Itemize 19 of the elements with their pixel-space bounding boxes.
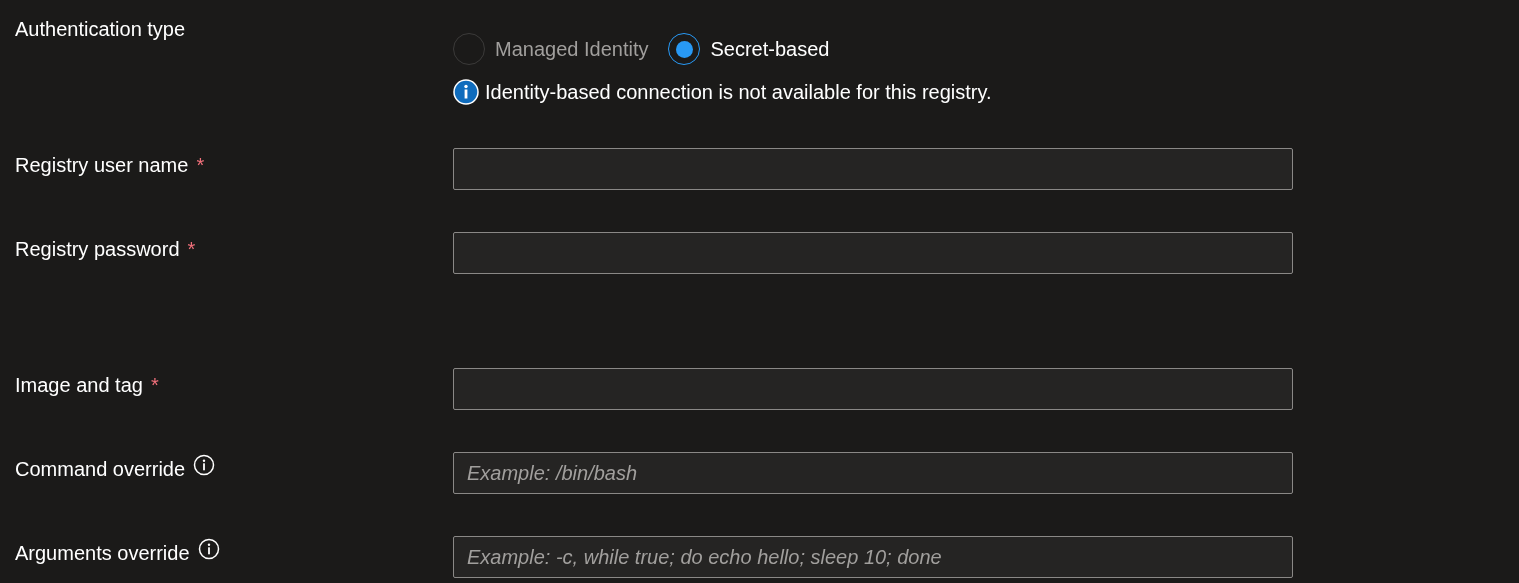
radio-option[interactable]: Secret-based: [668, 33, 830, 65]
info-icon[interactable]: [197, 538, 220, 560]
field-label: Registry password: [15, 237, 180, 262]
input-field[interactable]: Example: /bin/bash: [453, 452, 1293, 494]
input-field[interactable]: [453, 368, 1293, 410]
field-label: Command override: [15, 457, 186, 482]
field-label: Authentication type: [15, 17, 187, 42]
required-mark: *: [196, 153, 205, 178]
notice-text: Identity-based connection is not available for this registry.: [485, 80, 992, 105]
field-label: Arguments override: [15, 541, 190, 566]
input-field[interactable]: [453, 232, 1293, 274]
field-label: Image and tag: [15, 373, 143, 398]
input-field[interactable]: Example: -c, while true; do echo hello; sleep 10; done: [453, 536, 1293, 578]
field-label: Registry user name: [15, 153, 189, 178]
required-mark: *: [150, 373, 159, 398]
input-field[interactable]: [453, 148, 1293, 190]
info-icon: [453, 79, 479, 105]
required-mark: *: [187, 237, 196, 262]
info-icon[interactable]: [193, 454, 216, 476]
